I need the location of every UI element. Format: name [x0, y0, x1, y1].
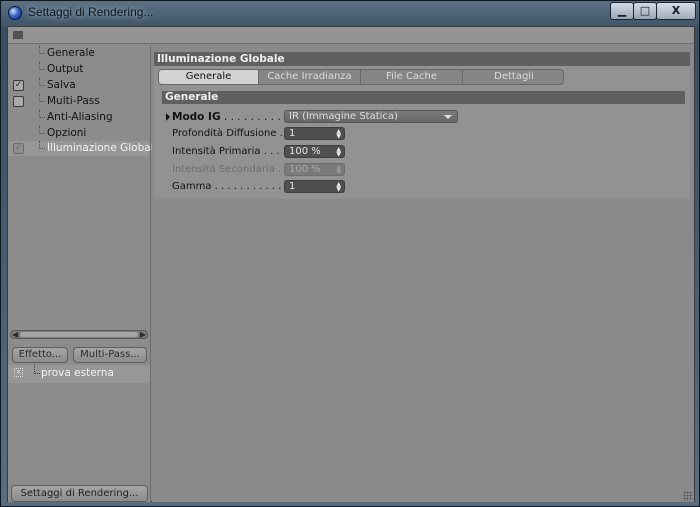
- field-value: 1: [289, 181, 296, 192]
- dropdown-value: IR (Immagine Statica): [289, 111, 398, 122]
- settings-sidebar: Generale Output ✓ Salva Multi-Pass Anti-…: [8, 45, 160, 502]
- scroll-left-icon[interactable]: ◀: [12, 330, 18, 339]
- tab-bar: Generale Cache Irradianza File Cache Irr…: [158, 69, 564, 85]
- property-label: Profondità Diffusione . . .: [172, 128, 296, 139]
- expand-arrow-icon[interactable]: [166, 113, 170, 121]
- tree-connector: [39, 78, 45, 86]
- profondita-diffusione-input[interactable]: 1 ▲ ▼: [284, 127, 345, 140]
- section-title: Generale: [162, 91, 685, 104]
- gamma-input[interactable]: 1 ▲ ▼: [284, 180, 345, 193]
- field-value: 100 %: [289, 164, 321, 175]
- scrollbar-thumb[interactable]: [20, 332, 138, 337]
- tab-dettagli[interactable]: Dettagli: [463, 70, 563, 84]
- toolbar: [8, 27, 694, 44]
- resize-grip-icon[interactable]: [683, 491, 693, 501]
- modo-ig-dropdown[interactable]: IR (Immagine Statica): [284, 110, 458, 123]
- sidebar-item-label: Output: [47, 63, 84, 75]
- sidebar-item-label: Illuminazione Globale: [47, 142, 161, 154]
- tree-connector: [39, 110, 45, 118]
- sidebar-item-label: Generale: [47, 47, 95, 59]
- window-title: Settaggi di Rendering...: [28, 5, 154, 19]
- chevron-down-icon: [444, 115, 452, 119]
- sidebar-item-opzioni[interactable]: Opzioni: [8, 126, 149, 141]
- tree-connector: [39, 126, 45, 134]
- tree-connector: [39, 46, 45, 54]
- field-value: 100 %: [289, 146, 321, 157]
- render-settings-button[interactable]: Settaggi di Rendering...: [11, 485, 148, 502]
- spinner-icon[interactable]: ▲ ▼: [336, 129, 341, 140]
- tab-generale[interactable]: Generale: [159, 70, 259, 84]
- minimize-button[interactable]: ▁: [610, 2, 634, 20]
- illuminazione-globale-panel: Illuminazione Globale Generale Cache Irr…: [154, 52, 690, 199]
- property-label: Intensità Primaria . . . . . .: [172, 146, 299, 157]
- title-bar[interactable]: Settaggi di Rendering... ▁ □ X: [1, 1, 699, 25]
- sidebar-item-label: Anti-Aliasing: [47, 111, 113, 123]
- settings-tree: Generale Output ✓ Salva Multi-Pass Anti-…: [8, 45, 160, 285]
- sidebar-item-label: Salva: [47, 79, 76, 91]
- property-label: Gamma . . . . . . . . . . . . . .: [172, 181, 301, 192]
- profondita-diffusione-row: Profondità Diffusione . . . 1 ▲▼: [166, 127, 681, 141]
- intensita-secondaria-input: 100 % ▲ ▼: [284, 163, 345, 176]
- spinner-icon[interactable]: ▲ ▼: [336, 147, 341, 158]
- multi-pass-button[interactable]: Multi-Pass...: [73, 347, 147, 363]
- settings-content: Illuminazione Globale Generale Cache Irr…: [152, 45, 694, 502]
- close-button[interactable]: X: [656, 2, 696, 20]
- property-label: Modo IG . . . . . . . . . . .: [172, 111, 295, 123]
- illuminazione-globale-checkbox[interactable]: ✓: [13, 143, 24, 154]
- sidebar-item-label: Multi-Pass: [47, 95, 100, 107]
- intensita-primaria-row: Intensità Primaria . . . . . . 100 % ▲ ▼: [166, 145, 681, 159]
- scroll-right-icon[interactable]: ▶: [140, 330, 146, 339]
- multi-pass-checkbox[interactable]: [13, 96, 24, 107]
- sidebar-item-illuminazione-globale[interactable]: ✓ Illuminazione Globale: [8, 141, 160, 156]
- effetto-button[interactable]: Effetto...: [12, 347, 68, 363]
- salva-checkbox[interactable]: ✓: [13, 80, 24, 91]
- client-area: Generale Output ✓ Salva Multi-Pass Anti-…: [7, 26, 695, 502]
- modo-ig-row: Modo IG . . . . . . . . . . . IR (Immagi…: [166, 110, 681, 124]
- sidebar-item-anti-aliasing[interactable]: Anti-Aliasing: [8, 110, 149, 125]
- tab-file-cache-irradianza[interactable]: File Cache Irradianza: [361, 70, 463, 84]
- sidebar-item-generale[interactable]: Generale: [8, 46, 149, 61]
- sidebar-item-salva[interactable]: ✓ Salva: [8, 78, 149, 93]
- effect-item-label: prova esterna: [41, 367, 114, 379]
- render-settings-window: Settaggi di Rendering... ▁ □ X Generale …: [0, 0, 700, 507]
- tree-connector: [39, 94, 45, 102]
- horizontal-scrollbar[interactable]: ◀ ▶: [10, 330, 148, 339]
- maximize-button[interactable]: □: [633, 2, 657, 20]
- tree-connector: [34, 365, 40, 374]
- intensita-primaria-input[interactable]: 100 % ▲ ▼: [284, 145, 345, 158]
- grip-icon[interactable]: [13, 31, 23, 39]
- cinema4d-app-icon: [8, 6, 22, 20]
- tree-connector: [39, 141, 45, 149]
- tree-connector: [39, 62, 45, 70]
- spinner-icon: ▲ ▼: [336, 164, 341, 176]
- sidebar-item-output[interactable]: Output: [8, 62, 149, 77]
- gamma-row: Gamma . . . . . . . . . . . . . . 1 ▲ ▼: [166, 180, 681, 194]
- property-label: Intensità Secondaria . . .: [172, 164, 294, 175]
- field-value: 1: [289, 128, 296, 139]
- sidebar-item-label: Opzioni: [47, 127, 87, 139]
- intensita-secondaria-row: Intensità Secondaria . . . 100 % ▲▼: [166, 163, 681, 177]
- tab-cache-irradianza[interactable]: Cache Irradianza: [259, 70, 361, 84]
- list-item[interactable]: × prova esterna: [8, 365, 150, 383]
- panel-title: Illuminazione Globale: [154, 52, 690, 66]
- spinner-icon[interactable]: ▲ ▼: [336, 182, 341, 193]
- enable-toggle-icon[interactable]: ×: [14, 368, 23, 377]
- sidebar-item-multi-pass[interactable]: Multi-Pass: [8, 94, 149, 109]
